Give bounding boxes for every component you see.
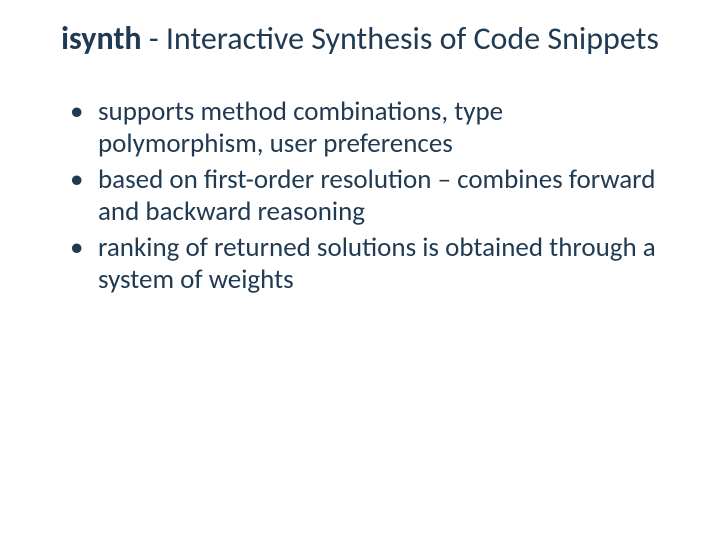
bullet-list: supports method combinations, type polym… bbox=[0, 96, 720, 295]
slide: isynth - Interactive Synthesis of Code S… bbox=[0, 20, 720, 520]
slide-title: isynth - Interactive Synthesis of Code S… bbox=[0, 20, 720, 58]
list-item: based on first-order resolution – combin… bbox=[70, 164, 665, 228]
title-bold: isynth bbox=[61, 19, 141, 58]
title-rest: - Interactive Synthesis of Code Snippets bbox=[142, 19, 659, 58]
list-item: ranking of returned solutions is obtaine… bbox=[70, 232, 665, 296]
list-item: supports method combinations, type polym… bbox=[70, 96, 665, 160]
